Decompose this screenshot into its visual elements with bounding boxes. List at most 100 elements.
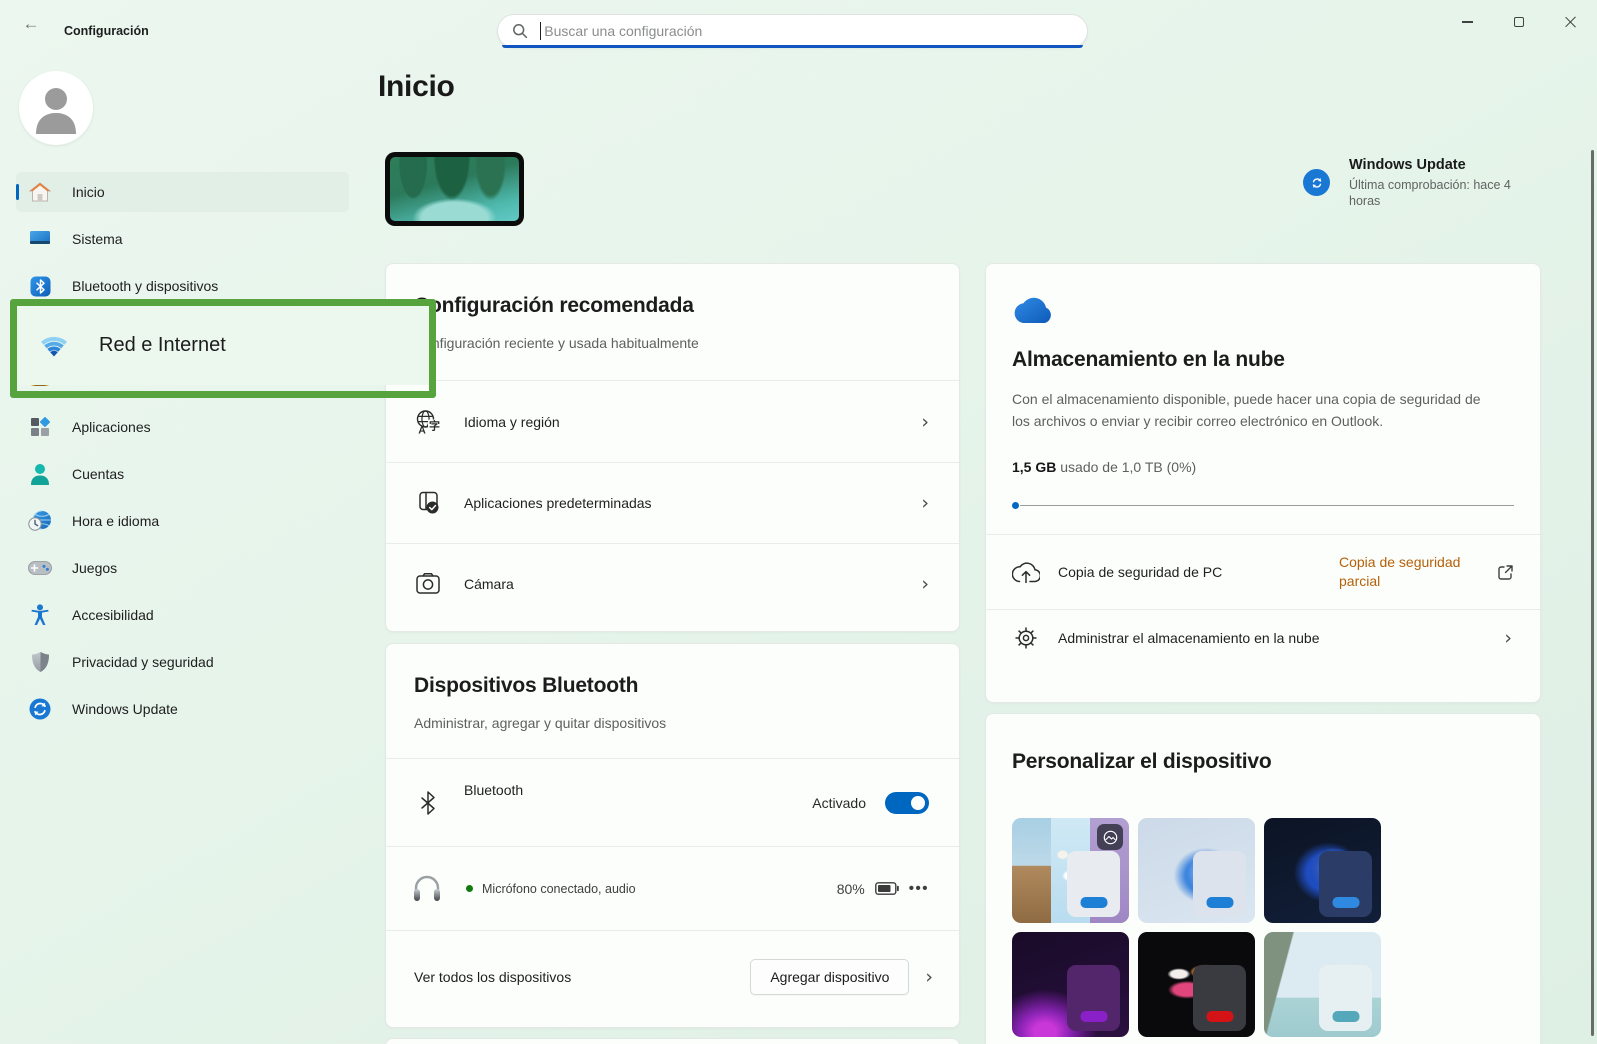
search-icon xyxy=(512,23,528,39)
sidebar-item-label: Privacidad y seguridad xyxy=(72,654,214,670)
back-button[interactable]: ← xyxy=(14,10,48,38)
card-title: Almacenamiento en la nube xyxy=(1012,348,1514,372)
sidebar-item-cuentas[interactable]: Cuentas xyxy=(16,454,349,494)
device-status-text: Micrófono conectado, audio xyxy=(482,882,636,896)
sidebar-item-accesibilidad[interactable]: Accesibilidad xyxy=(16,595,349,635)
sidebar-item-privacidad[interactable]: Privacidad y seguridad xyxy=(16,642,349,682)
user-icon xyxy=(34,84,78,134)
next-card-sliver xyxy=(385,1038,960,1044)
theme-thumbnail-bloom-light[interactable] xyxy=(1138,818,1255,923)
window-controls xyxy=(1441,0,1597,44)
headphones-icon xyxy=(410,875,444,903)
theme-preview-overlay xyxy=(1319,965,1372,1031)
row-idioma-y-region[interactable]: 字 A Idioma y región › xyxy=(386,381,959,462)
storage-usage: 1,5 GB usado de 1,0 TB (0%) xyxy=(1012,459,1514,475)
theme-thumbnail-collage[interactable] xyxy=(1012,818,1129,923)
accessibility-icon xyxy=(28,603,52,627)
usage-rest: usado de 1,0 TB (0%) xyxy=(1060,459,1196,475)
accent-pill xyxy=(1206,1011,1233,1022)
theme-grid xyxy=(1012,818,1381,1037)
battery-percent: 80% xyxy=(837,881,865,897)
backup-status-link[interactable]: Copia de seguridad parcial xyxy=(1339,553,1491,591)
sidebar-item-label: Aplicaciones xyxy=(72,419,151,435)
search-bar[interactable] xyxy=(497,14,1088,48)
recommended-settings-card: Configuración recomendada Configuración … xyxy=(385,263,960,632)
minimize-button[interactable] xyxy=(1441,0,1493,44)
search-input[interactable] xyxy=(544,23,1073,39)
theme-thumbnail-abstract-dark[interactable] xyxy=(1138,932,1255,1037)
window-title: Configuración xyxy=(64,24,149,38)
chevron-right-icon: › xyxy=(925,966,933,988)
sidebar-nav: Inicio Sistema Bluetooth y dispositivos xyxy=(16,172,349,736)
cloud-icon xyxy=(1012,296,1514,324)
theme-preview-overlay xyxy=(1193,851,1246,917)
battery-icon xyxy=(875,882,899,895)
svg-text:A: A xyxy=(418,424,426,435)
wallpaper-thumbnail xyxy=(390,157,519,221)
bluetooth-icon xyxy=(414,789,442,817)
row-label: Ver todos los dispositivos xyxy=(414,969,571,985)
minimize-icon xyxy=(1462,21,1473,22)
titlebar: ← Configuración xyxy=(0,0,1597,48)
row-ver-todos[interactable]: Ver todos los dispositivos Agregar dispo… xyxy=(386,931,959,1023)
accent-pill xyxy=(1332,1011,1359,1022)
theme-thumbnail-bloom-dark[interactable] xyxy=(1264,818,1381,923)
external-link-icon[interactable] xyxy=(1497,564,1514,581)
gear-icon xyxy=(1012,624,1040,652)
vertical-scrollbar[interactable] xyxy=(1591,150,1594,1036)
row-connected-device[interactable]: Micrófono conectado, audio 80% ••• xyxy=(386,847,959,930)
chevron-right-icon: › xyxy=(921,411,929,433)
back-arrow-icon: ← xyxy=(23,14,40,34)
bluetooth-toggle[interactable] xyxy=(885,792,929,814)
row-label: Idioma y región xyxy=(464,414,560,430)
bluetooth-devices-card: Dispositivos Bluetooth Administrar, agre… xyxy=(385,643,960,1028)
maximize-button[interactable] xyxy=(1493,0,1545,44)
theme-preview-overlay xyxy=(1319,851,1372,917)
sidebar-item-sistema[interactable]: Sistema xyxy=(16,219,349,259)
sidebar-item-label: Sistema xyxy=(72,231,123,247)
row-administrar-nube[interactable]: Administrar el almacenamiento en la nube… xyxy=(986,610,1540,666)
row-aplicaciones-predeterminadas[interactable]: Aplicaciones predeterminadas › xyxy=(386,463,959,543)
card-description: Con el almacenamiento disponible, puede … xyxy=(1012,388,1490,432)
accent-pill xyxy=(1206,897,1233,908)
device-preview-image xyxy=(385,152,524,226)
windows-update-status[interactable]: Windows Update Última comprobación: hace… xyxy=(1303,157,1543,209)
accounts-icon xyxy=(28,462,52,486)
card-title: Dispositivos Bluetooth xyxy=(414,674,931,698)
row-bluetooth-toggle: Bluetooth Activado xyxy=(386,759,959,846)
theme-thumbnail-glow-purple[interactable] xyxy=(1012,932,1129,1037)
toggle-status-text: Activado xyxy=(812,795,866,811)
annotation-highlight-box: Red e Internet xyxy=(10,299,436,398)
wifi-icon xyxy=(39,334,69,358)
theme-preview-overlay xyxy=(1193,965,1246,1031)
card-subtitle: Administrar, agregar y quitar dispositiv… xyxy=(414,715,931,731)
sidebar-item-label: Windows Update xyxy=(72,701,178,717)
close-button[interactable] xyxy=(1545,0,1597,44)
add-device-button[interactable]: Agregar dispositivo xyxy=(750,959,909,995)
theme-thumbnail-landscape-light[interactable] xyxy=(1264,932,1381,1037)
cloud-backup-icon xyxy=(1012,558,1040,586)
time-language-icon xyxy=(28,509,52,533)
card-title: Configuración recomendada xyxy=(414,294,931,318)
sidebar-item-windows-update[interactable]: Windows Update xyxy=(16,689,349,729)
row-label: Aplicaciones predeterminadas xyxy=(464,495,652,511)
row-copia-seguridad[interactable]: Copia de seguridad de PC Copia de seguri… xyxy=(986,535,1540,609)
camera-icon xyxy=(414,570,442,598)
update-status-title: Windows Update xyxy=(1349,157,1539,173)
sidebar-item-juegos[interactable]: Juegos xyxy=(16,548,349,588)
more-options-icon[interactable]: ••• xyxy=(909,880,929,897)
sidebar-item-label: Cuentas xyxy=(72,466,124,482)
chevron-right-icon: › xyxy=(1504,627,1512,649)
sidebar-item-aplicaciones[interactable]: Aplicaciones xyxy=(16,407,349,447)
annotation-target-label[interactable]: Red e Internet xyxy=(99,334,226,357)
close-icon xyxy=(1565,16,1577,28)
windows-update-icon xyxy=(28,697,52,721)
card-title: Personalizar el dispositivo xyxy=(986,714,1540,774)
row-camara[interactable]: Cámara › xyxy=(386,544,959,624)
avatar[interactable] xyxy=(19,71,93,145)
theme-preview-overlay xyxy=(1067,965,1120,1031)
sidebar-item-inicio[interactable]: Inicio xyxy=(16,172,349,212)
sidebar-item-hora-e-idioma[interactable]: Hora e idioma xyxy=(16,501,349,541)
gaming-icon xyxy=(28,556,52,580)
personalize-device-card: Personalizar el dispositivo xyxy=(985,713,1541,1044)
